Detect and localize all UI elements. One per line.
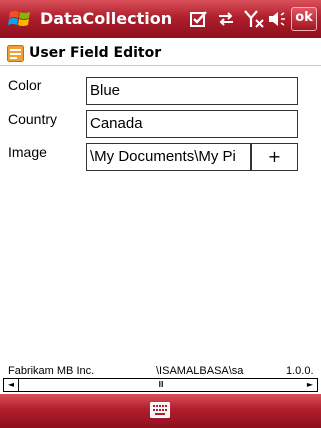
country-label: Country (8, 111, 58, 127)
speaker-icon[interactable] (267, 9, 287, 29)
browse-image-button[interactable]: + (251, 143, 298, 171)
country-field[interactable]: Canada (86, 110, 298, 138)
softkey-bar (0, 394, 321, 428)
image-label: Image (8, 144, 47, 160)
page-header: User Field Editor (0, 43, 321, 66)
version-text: 1.0.0. (286, 365, 314, 377)
title-bar: DataCollection ok (0, 0, 321, 38)
status-bar: Fabrikam MB Inc. \ISAMALBASA\sa 1.0.0. (0, 363, 321, 379)
app-title: DataCollection (40, 9, 173, 28)
scroll-left-button[interactable]: ◄ (4, 379, 18, 391)
horizontal-scrollbar[interactable]: ◄ Ⅲ ► (3, 378, 318, 392)
user-name: \ISAMALBASA\sa (156, 365, 244, 377)
page-title: User Field Editor (29, 45, 162, 61)
app-form-icon (7, 45, 24, 62)
color-field[interactable]: Blue (86, 77, 298, 105)
edit-check-icon[interactable] (189, 9, 209, 29)
signal-off-icon[interactable] (243, 9, 265, 29)
color-label: Color (8, 77, 42, 93)
scroll-right-button[interactable]: ► (303, 379, 317, 391)
scroll-thumb[interactable]: Ⅲ (18, 379, 304, 391)
keyboard-icon[interactable] (150, 402, 170, 418)
company-name: Fabrikam MB Inc. (8, 365, 95, 377)
image-path-field[interactable]: \My Documents\My Pi (86, 143, 251, 171)
windows-start-icon[interactable] (8, 8, 32, 30)
sync-arrows-icon[interactable] (216, 9, 236, 29)
ok-button[interactable]: ok (291, 7, 317, 31)
